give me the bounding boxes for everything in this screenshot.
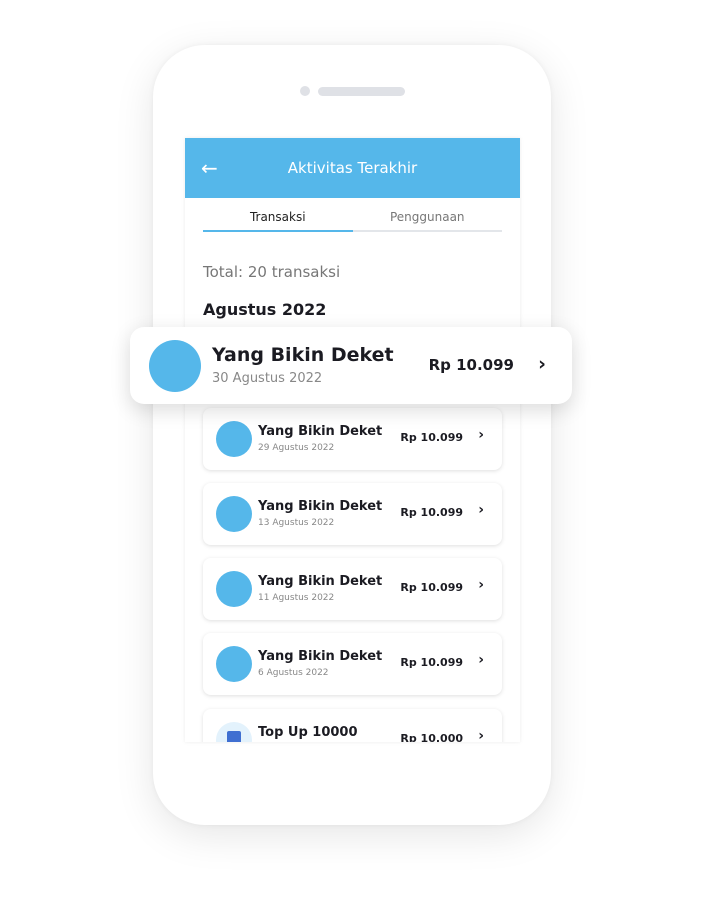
transaction-name: Top Up 10000 xyxy=(258,725,358,740)
chevron-right-icon: › xyxy=(478,577,484,593)
transaction-amount: Rp 10.099 xyxy=(400,431,463,444)
featured-transaction-card[interactable]: Yang Bikin Deket 30 Agustus 2022 Rp 10.0… xyxy=(130,327,572,404)
app-header: ← Aktivitas Terakhir xyxy=(185,138,520,198)
transaction-item[interactable]: Yang Bikin Deket 29 Agustus 2022 Rp 10.0… xyxy=(203,408,502,470)
camera-dot xyxy=(300,86,310,96)
chevron-right-icon: › xyxy=(478,502,484,518)
page-title: Aktivitas Terakhir xyxy=(287,159,418,177)
speaker-grille xyxy=(318,87,405,96)
topup-icon xyxy=(216,722,252,742)
transaction-name: Yang Bikin Deket xyxy=(258,649,383,664)
tab-transaksi[interactable]: Transaksi xyxy=(203,198,353,232)
transaction-name: Yang Bikin Deket xyxy=(258,424,383,439)
transaction-date: 30 Agustus 2022 xyxy=(212,371,323,386)
transaction-amount: Rp 10.099 xyxy=(400,656,463,669)
transaction-date: 29 Agustus 2022 xyxy=(258,443,335,453)
month-heading: Agustus 2022 xyxy=(203,300,327,319)
transaction-item[interactable]: Yang Bikin Deket 11 Agustus 2022 Rp 10.0… xyxy=(203,558,502,620)
chevron-right-icon: › xyxy=(538,353,546,375)
chevron-right-icon: › xyxy=(478,652,484,668)
transaction-total: Total: 20 transaksi xyxy=(203,263,341,281)
transaction-amount: Rp 10.099 xyxy=(400,581,463,594)
transaction-name: Yang Bikin Deket xyxy=(258,499,383,514)
chevron-right-icon: › xyxy=(478,728,484,742)
transaction-name: Yang Bikin Deket xyxy=(212,344,394,366)
merchant-avatar xyxy=(216,421,252,457)
transaction-amount: Rp 10.000 xyxy=(400,732,463,742)
chevron-right-icon: › xyxy=(478,427,484,443)
transaction-date: 6 Agustus 2022 xyxy=(258,668,329,678)
merchant-avatar xyxy=(216,571,252,607)
tab-bar: Transaksi Penggunaan xyxy=(203,198,502,232)
transaction-name: Yang Bikin Deket xyxy=(258,574,383,589)
merchant-avatar xyxy=(149,340,201,392)
transaction-amount: Rp 10.099 xyxy=(400,506,463,519)
merchant-avatar xyxy=(216,496,252,532)
tab-penggunaan[interactable]: Penggunaan xyxy=(353,198,503,230)
merchant-avatar xyxy=(216,646,252,682)
transaction-date: 13 Agustus 2022 xyxy=(258,518,335,528)
transaction-item[interactable]: Yang Bikin Deket 13 Agustus 2022 Rp 10.0… xyxy=(203,483,502,545)
transaction-item[interactable]: Top Up 10000 Rp 10.000 › xyxy=(203,709,502,742)
transaction-item[interactable]: Yang Bikin Deket 6 Agustus 2022 Rp 10.09… xyxy=(203,633,502,695)
transaction-date: 11 Agustus 2022 xyxy=(258,593,335,603)
app-screen: ← Aktivitas Terakhir Transaksi Penggunaa… xyxy=(185,138,520,742)
transaction-amount: Rp 10.099 xyxy=(428,356,514,374)
